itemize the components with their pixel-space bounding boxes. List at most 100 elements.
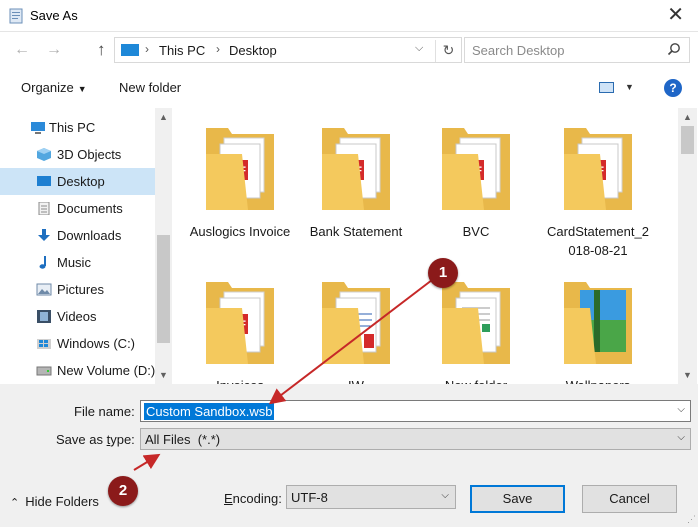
new-folder-button[interactable]: New folder [119,80,181,95]
file-item-bank-statement[interactable]: PDF Bank Statement [300,108,412,258]
nav-item-this-pc[interactable]: This PC [0,114,155,141]
file-item-bvc[interactable]: PDF BVC [420,108,532,258]
forward-arrow-icon[interactable]: → [46,41,62,59]
search-input[interactable]: Search Desktop [464,37,690,63]
save-form: File name: Custom Sandbox.wsb ⌵ Save as … [0,384,698,527]
hide-folders-label: Hide Folders [25,494,99,509]
file-list-scrollbar[interactable]: ▲ ▼ [678,108,697,384]
address-bar[interactable]: › This PC › Desktop ⌵ ↻ [114,37,462,63]
file-item-invoices[interactable]: PDF Invoices [184,262,296,384]
navigation-bar: ← → ↑ › This PC › Desktop ⌵ ↻ Search Des… [0,33,698,69]
scroll-thumb[interactable] [681,126,694,154]
nav-item-label: New Volume (D:) [57,363,156,378]
file-name-line2: 018-08-21 [568,243,628,258]
download-arrow-icon [38,229,50,241]
label-part: ncoding: [232,491,282,506]
nav-item-music[interactable]: Music [0,249,155,276]
folder-image-icon [564,282,632,364]
refresh-icon[interactable]: ↻ [435,40,461,62]
nav-item-documents[interactable]: Documents [0,195,155,222]
nav-item-new-volume-d[interactable]: New Volume (D:) [0,357,155,384]
view-options-icon[interactable] [599,82,614,93]
nav-item-label: Videos [57,309,97,324]
file-name: New folder [420,376,532,384]
chevron-up-icon: ⌃ [10,497,20,509]
file-name: IW [300,376,412,384]
scroll-down-icon[interactable]: ▼ [159,370,168,380]
chevron-down-icon[interactable]: ⌵ [441,490,449,501]
organize-button[interactable]: Organize ▼ [21,80,87,95]
desktop-icon [37,176,51,186]
folder-pdf-icon: PDF [564,128,632,210]
file-item-cardstatement[interactable]: PDF CardStatement_2 018-08-21 [542,108,654,258]
up-arrow-icon[interactable]: ↑ [97,41,106,59]
chevron-down-icon[interactable]: ⌵ [677,404,685,415]
file-name: BVC [462,224,490,239]
encoding-select[interactable]: UTF-8 ⌵ [286,485,456,509]
folder-pdf-icon: PDF [206,282,274,364]
folder-pdf-icon: PDF [206,128,274,210]
label-part: Save as [56,432,107,447]
nav-item-label: Desktop [57,174,105,189]
music-note-icon [39,256,46,269]
encoding-label: Encoding: [224,491,282,506]
file-item-wallpapers[interactable]: Wallpapers [542,262,654,384]
back-arrow-icon[interactable]: ← [14,41,30,59]
chevron-down-icon[interactable]: ⌵ [677,432,685,443]
file-name: Invoices [184,376,296,384]
navigation-pane: This PC 3D Objects Desktop Documents Dow… [0,108,172,384]
help-icon[interactable]: ? [664,79,682,97]
cancel-button[interactable]: Cancel [582,485,677,513]
pictures-icon [36,283,52,296]
drive-icon [36,366,52,376]
nav-item-3d-objects[interactable]: 3D Objects [0,141,155,168]
file-item-iw[interactable]: IW [300,262,412,384]
nav-item-label: Documents [57,201,123,216]
nav-item-pictures[interactable]: Pictures [0,276,155,303]
organize-label: Organize [21,80,74,95]
file-name: Wallpapers [542,376,654,384]
folder-pdf-icon: PDF [322,128,390,210]
nav-pane-scrollbar[interactable]: ▲ ▼ [155,108,172,384]
nav-item-downloads[interactable]: Downloads [0,222,155,249]
close-icon[interactable]: ✕ [667,4,684,26]
this-pc-icon [121,44,139,56]
chevron-right-icon[interactable]: › [145,42,149,56]
save-as-type-label: Save as type: [56,432,135,447]
cube-icon [37,148,51,161]
nav-item-desktop[interactable]: Desktop [0,168,155,195]
save-button[interactable]: Save [470,485,565,513]
nav-item-windows-c[interactable]: Windows (C:) [0,330,155,357]
annotation-badge-1: 1 [428,258,458,288]
breadcrumb-desktop[interactable]: Desktop [229,43,277,58]
caret-down-icon[interactable]: ▼ [625,82,634,92]
file-name-input[interactable]: Custom Sandbox.wsb ⌵ [140,400,691,422]
nav-item-videos[interactable]: Videos [0,303,155,330]
resize-grip-icon[interactable]: ⋰ [687,514,696,525]
file-name-line1: CardStatement_2 [547,224,649,239]
label-part: ype: [110,432,135,447]
breadcrumb-this-pc[interactable]: This PC [159,43,205,58]
file-name-label: File name: [74,404,135,419]
nav-item-label: Music [57,255,91,270]
save-as-type-value: All Files (*.*) [145,432,221,447]
nav-item-label: 3D Objects [57,147,122,162]
file-name: CardStatement_2 018-08-21 [542,222,654,260]
file-item-auslogics-invoice[interactable]: PDF Auslogics Invoice [184,108,296,258]
scroll-up-icon[interactable]: ▲ [159,112,168,122]
scroll-up-icon[interactable]: ▲ [683,112,692,122]
chevron-right-icon[interactable]: › [216,42,220,56]
file-name: Auslogics Invoice [189,224,291,239]
command-toolbar: Organize ▼ New folder ▼ ? [0,70,698,106]
label-accelerator: E [224,491,233,506]
search-icon[interactable] [667,42,681,56]
hide-folders-button[interactable]: ⌃ Hide Folders [10,494,99,509]
scroll-thumb[interactable] [157,235,170,343]
chevron-down-icon[interactable]: ⌵ [415,42,423,55]
annotation-badge-2: 2 [108,476,138,506]
save-as-type-select[interactable]: All Files (*.*) ⌵ [140,428,691,450]
scroll-down-icon[interactable]: ▼ [683,370,692,380]
search-placeholder: Search Desktop [472,43,565,58]
nav-item-label: Windows (C:) [57,336,136,351]
encoding-value: UTF-8 [291,490,328,505]
